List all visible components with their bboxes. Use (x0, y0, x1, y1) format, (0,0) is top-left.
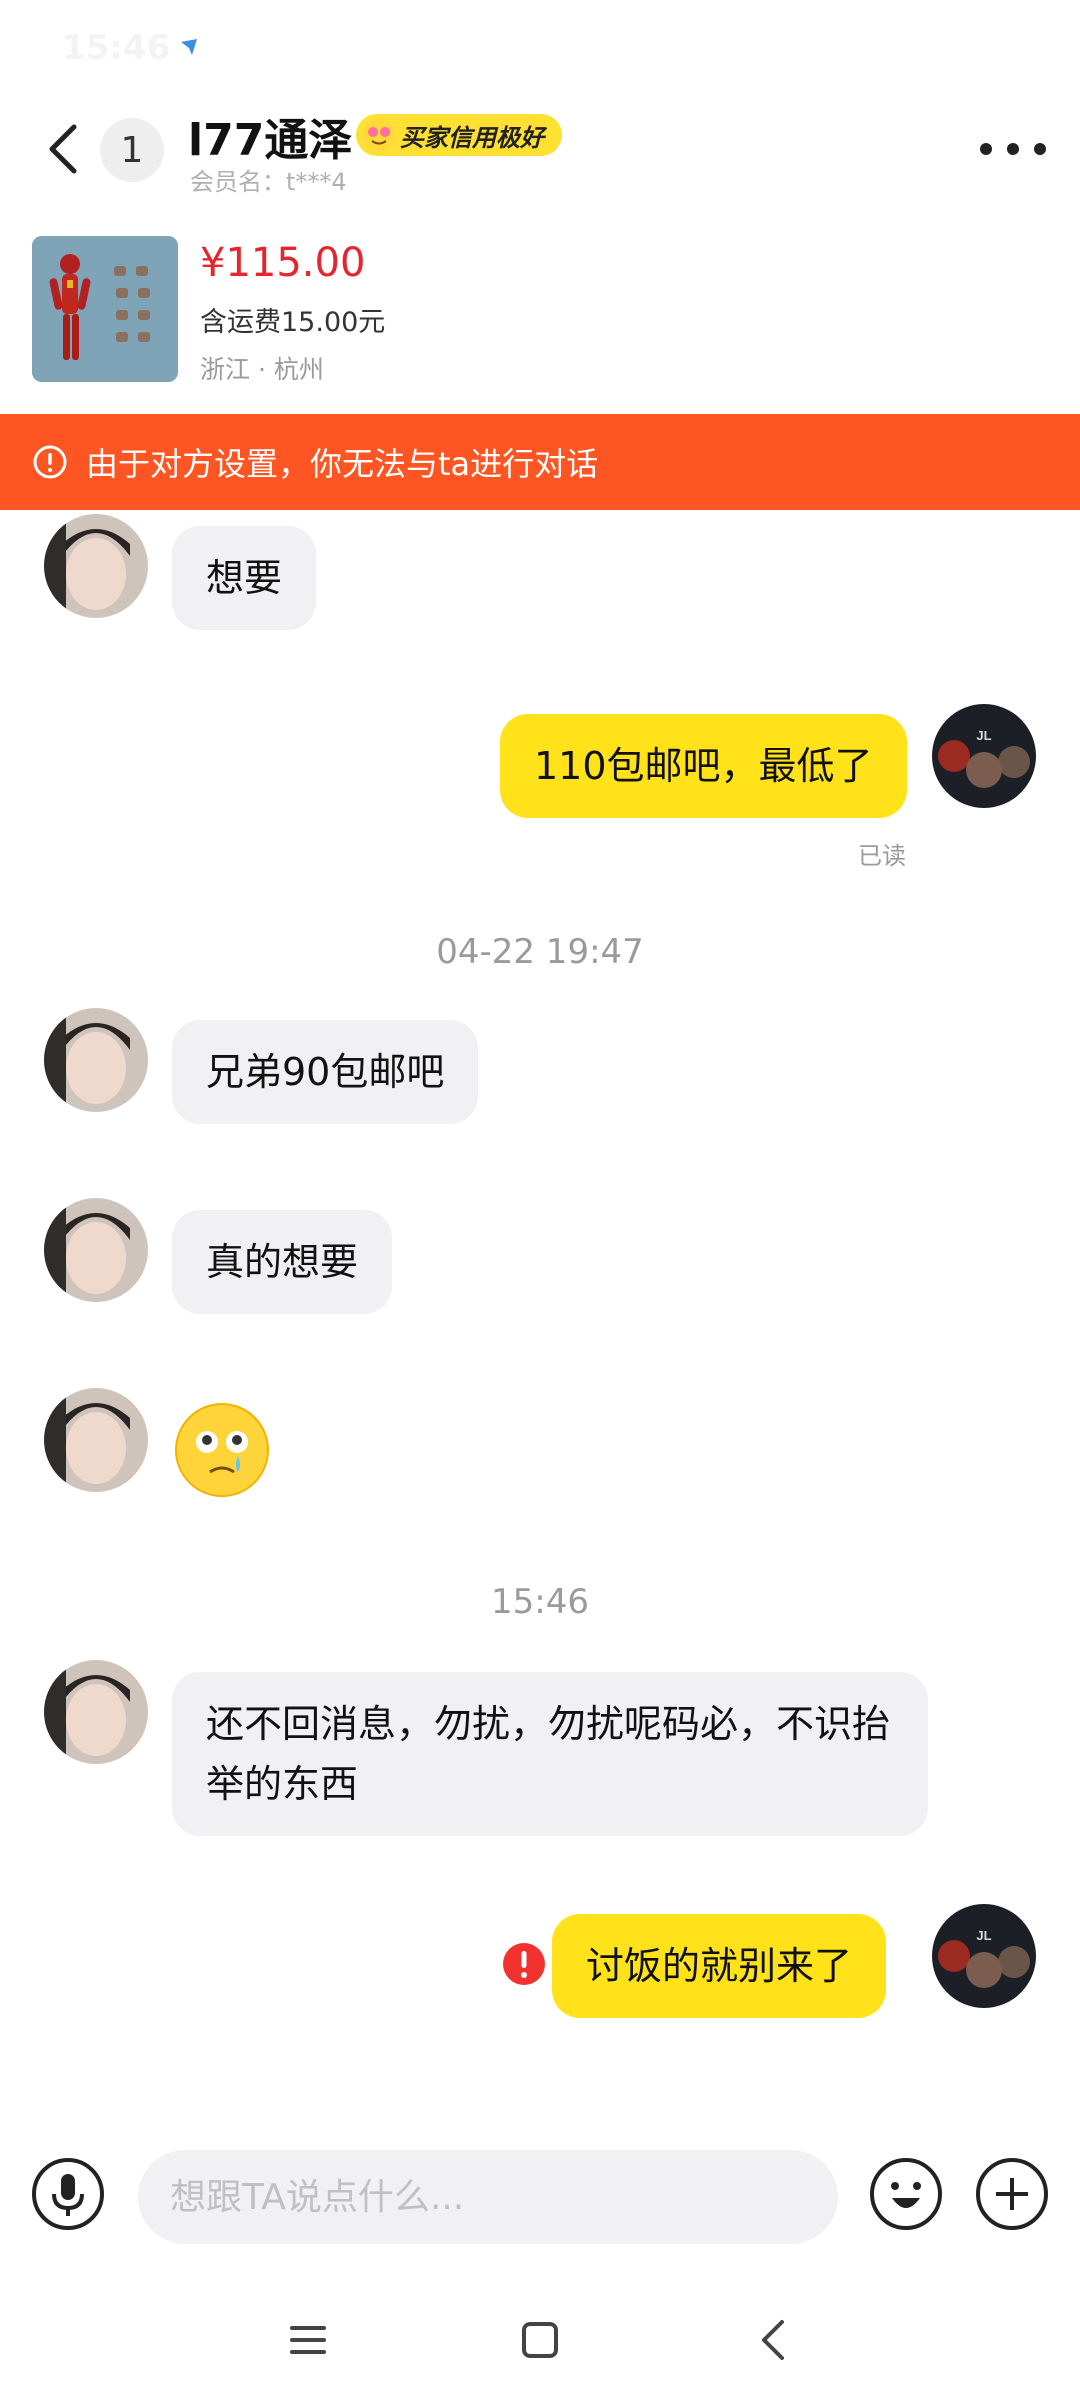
plus-icon[interactable] (974, 2156, 1050, 2232)
notification-icon (181, 39, 197, 55)
contact-name[interactable]: l77通泽 (188, 104, 352, 168)
banner-text: 由于对方设置，你无法与ta进行对话 (86, 445, 599, 483)
contact-avatar[interactable] (44, 1388, 148, 1492)
crying-face-emoji[interactable] (172, 1400, 272, 1500)
product-card[interactable]: ¥115.00 含运费15.00元 浙江 · 杭州 (0, 222, 1080, 414)
message-bubble[interactable]: 讨饭的就别来了 (552, 1914, 887, 2018)
message-list[interactable]: 想要 110包邮吧，最低了 JL 已读 04-22 19:47 兄弟90包邮吧 … (0, 510, 1080, 2120)
back-arrow-icon (49, 124, 77, 174)
status-bar: 15:46 (0, 0, 1080, 96)
product-price: ¥115.00 (200, 240, 366, 286)
message-bubble[interactable]: 还不回消息，勿扰，勿扰呢码必，不识抬举的东西 (172, 1672, 928, 1836)
microphone-icon[interactable] (30, 2156, 106, 2232)
message-bubble[interactable]: 兄弟90包邮吧 (172, 1020, 479, 1124)
product-shipping: 含运费15.00元 (200, 307, 386, 338)
chat-restricted-banner: 由于对方设置，你无法与ta进行对话 (0, 414, 1080, 510)
input-bar (0, 2120, 1080, 2280)
member-name: 会员名：t***4 (190, 168, 347, 196)
heart-eyes-icon (363, 119, 395, 151)
svg-text:JL: JL (976, 1928, 991, 1943)
my-avatar[interactable]: JL (932, 1904, 1036, 2008)
my-avatar[interactable]: JL (932, 704, 1036, 808)
credit-badge: 买家信用极好 (356, 114, 562, 156)
contact-avatar[interactable] (44, 1660, 148, 1764)
home-square-icon[interactable] (512, 2312, 568, 2368)
unread-count-badge[interactable]: 1 (100, 118, 164, 182)
read-status: 已读 (858, 842, 906, 870)
action-figure-image (32, 236, 178, 382)
more-options-button[interactable] (980, 134, 1046, 164)
contact-avatar[interactable] (44, 1008, 148, 1112)
message-input[interactable] (138, 2150, 838, 2244)
message-bubble[interactable]: 真的想要 (172, 1210, 393, 1314)
product-location: 浙江 · 杭州 (200, 355, 324, 384)
message-bubble[interactable]: 想要 (172, 526, 317, 630)
credit-badge-label: 买家信用极好 (400, 123, 544, 152)
system-nav-bar (0, 2280, 1080, 2400)
chat-header: 1 l77通泽 买家信用极好 会员名：t***4 (0, 96, 1080, 222)
svg-text:JL: JL (976, 728, 991, 743)
more-dots-icon (980, 143, 992, 155)
info-circle-icon (33, 445, 67, 479)
timestamp: 04-22 19:47 (436, 932, 644, 972)
product-image[interactable] (32, 236, 178, 382)
error-icon[interactable] (502, 1942, 546, 1986)
message-bubble[interactable]: 110包邮吧，最低了 (500, 714, 907, 818)
back-triangle-icon[interactable] (746, 2312, 802, 2368)
menu-icon[interactable] (280, 2312, 336, 2368)
back-button[interactable] (38, 116, 88, 182)
status-time: 15:46 (62, 28, 171, 68)
chat-screen: 15:46 1 l77通泽 买家信用极好 会员名：t***4 ¥115.00 含… (0, 0, 1080, 2400)
timestamp: 15:46 (491, 1582, 589, 1622)
contact-avatar[interactable] (44, 514, 148, 618)
contact-avatar[interactable] (44, 1198, 148, 1302)
emoji-icon[interactable] (868, 2156, 944, 2232)
